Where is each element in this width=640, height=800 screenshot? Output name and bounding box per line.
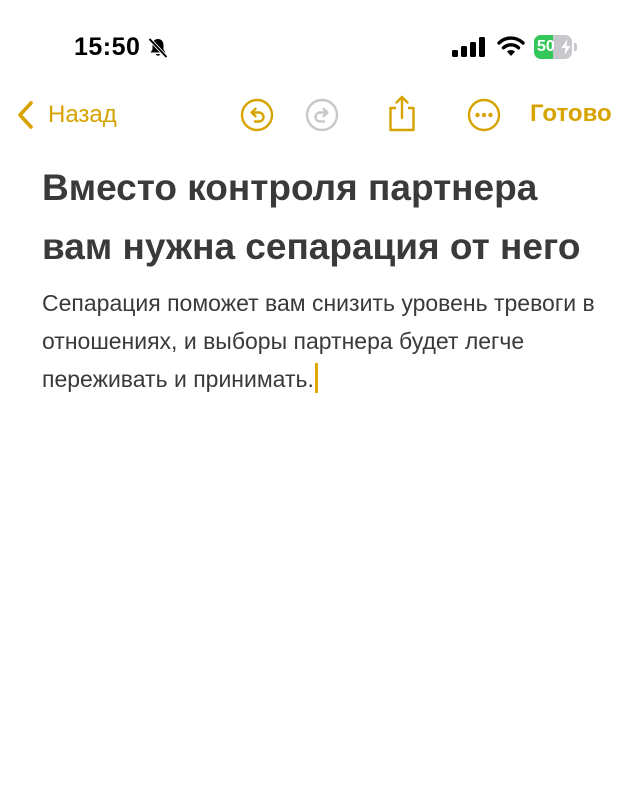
battery-body: 50 xyxy=(534,35,572,59)
bell-slash-icon xyxy=(146,36,170,60)
more-icon xyxy=(466,97,502,133)
share-icon xyxy=(384,93,420,133)
note-body-text: Сепарация поможет вам снизить уровень тр… xyxy=(42,290,595,392)
note-editor[interactable]: Вместо контроля партнера вам нужна сепар… xyxy=(42,158,602,398)
redo-button[interactable] xyxy=(304,97,340,133)
undo-icon xyxy=(239,97,275,133)
undo-button[interactable] xyxy=(239,97,275,133)
note-body[interactable]: Сепарация поможет вам снизить уровень тр… xyxy=(42,284,602,398)
back-button[interactable]: Назад xyxy=(16,98,117,132)
note-title[interactable]: Вместо контроля партнера вам нужна сепар… xyxy=(42,158,602,276)
battery-indicator: 50 xyxy=(534,35,578,59)
back-label: Назад xyxy=(48,101,117,128)
text-cursor xyxy=(314,363,318,393)
battery-charging-icon xyxy=(561,39,571,55)
status-time: 15:50 xyxy=(74,33,141,61)
wifi-icon xyxy=(496,35,526,57)
redo-icon xyxy=(304,97,340,133)
chevron-left-icon xyxy=(16,100,34,130)
status-bar: 15:50 50 xyxy=(0,0,640,90)
note-toolbar: Назад Готово xyxy=(0,90,640,140)
battery-tip xyxy=(574,43,577,51)
share-button[interactable] xyxy=(384,93,420,133)
more-button[interactable] xyxy=(466,97,502,133)
done-button[interactable]: Готово xyxy=(530,100,612,128)
cellular-signal-icon xyxy=(452,37,488,57)
